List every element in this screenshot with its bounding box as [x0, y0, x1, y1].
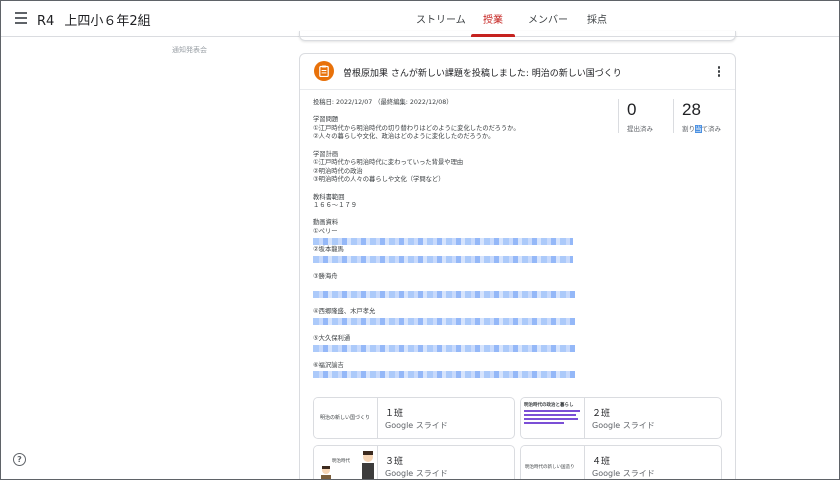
video-item: ④西郷隆盛、木戸孝允	[313, 308, 376, 316]
assigned-label: 割り当て済み	[682, 123, 721, 133]
topic-label: 通知発表会	[172, 46, 207, 54]
description-line: ②人々の暮らしや文化、政治はどのように変化したのだろうか。	[313, 133, 495, 141]
video-link[interactable]	[313, 371, 575, 379]
menu-icon[interactable]	[15, 12, 27, 24]
attachment-slide-1[interactable]: 明治の新しい国づくり １班 Google スライド	[313, 397, 515, 439]
video-link[interactable]	[313, 237, 573, 245]
description-line: 動画資料	[313, 219, 339, 227]
class-code: R4	[37, 14, 55, 29]
assignment-card: 曽根原加果 さんが新しい課題を投稿しました: 明治の新しい国づくり 投稿日: 2…	[299, 53, 736, 479]
slide-thumbnail: 明治時代	[314, 446, 378, 479]
attachment-slide-3[interactable]: 明治時代 ３班 Google スライド	[313, 445, 515, 479]
attachment-title: １班	[385, 409, 404, 419]
tab-classwork[interactable]: 授業	[483, 11, 503, 26]
description-line: ①ペリー	[313, 227, 338, 235]
assignment-icon	[314, 61, 334, 81]
help-icon[interactable]: ?	[13, 453, 26, 466]
tab-stream[interactable]: ストリーム	[416, 11, 466, 26]
slide-thumbnail: 明治の新しい国づくり	[314, 398, 378, 438]
thumb-text: 明治時代の政治と暮らし	[524, 403, 574, 408]
attachment-type: Google スライド	[385, 469, 448, 478]
assigned-label-pre: 割り	[682, 125, 695, 133]
turned-in-label: 提出済み	[627, 125, 653, 133]
description-line: ①江戸時代から明治時代に変わっていった背景や理由	[313, 159, 464, 167]
video-link[interactable]	[313, 291, 575, 299]
attachment-type: Google スライド	[592, 421, 655, 430]
slide-thumbnail: 明治時代の政治と暮らし	[521, 398, 585, 438]
assigned-label-post: て済み	[701, 125, 722, 133]
attachment-slide-4[interactable]: 明治時代の新しい国造り ４班 Google スライド	[520, 445, 722, 479]
slide-thumbnail: 明治時代の新しい国造り	[521, 446, 585, 479]
person-illustration-icon	[362, 451, 374, 479]
turned-in-count[interactable]: 0	[627, 100, 636, 120]
video-item: ②坂本龍馬	[313, 246, 344, 254]
stats-divider	[618, 99, 619, 133]
attachment-title: ３班	[385, 457, 404, 467]
attachment-title: ４班	[592, 457, 611, 467]
description-line: ③明治時代の人々の暮らしや文化（学問など）	[313, 176, 445, 184]
more-vert-icon[interactable]	[717, 66, 721, 78]
class-title[interactable]: R4 上四小６年2組	[37, 10, 151, 29]
description-gap	[313, 211, 613, 220]
assignment-description: 投稿日: 2022/12/07 （最終編集: 2022/12/08） 学習問題 ①…	[313, 99, 613, 380]
description-gap	[313, 185, 613, 194]
description-gap	[313, 142, 613, 151]
card-header[interactable]: 曽根原加果 さんが新しい課題を投稿しました: 明治の新しい国づくり	[300, 54, 735, 90]
attachment-type: Google スライド	[385, 421, 448, 430]
attachment-title: ２班	[592, 409, 611, 419]
description-line: 学習問題	[313, 116, 339, 124]
posted-date: 投稿日: 2022/12/07 （最終編集: 2022/12/08）	[313, 99, 453, 106]
thumb-text: 明治時代	[332, 459, 350, 464]
description-line: 学習計画	[313, 150, 339, 158]
previous-card-edge	[299, 31, 736, 41]
thumb-text: 明治の新しい国づくり	[320, 415, 371, 421]
attachment-slide-2[interactable]: 明治時代の政治と暮らし ２班 Google スライド	[520, 397, 722, 439]
attachment-type: Google スライド	[592, 469, 655, 478]
video-item: ⑥福沢諭吉	[313, 361, 344, 369]
description-line: １６６～１７９	[313, 202, 358, 210]
video-link[interactable]	[313, 317, 575, 325]
video-item: ③勝海舟	[313, 272, 338, 280]
person-illustration-icon	[321, 466, 331, 479]
video-item: ⑤大久保利通	[313, 335, 351, 343]
app-window: R4 上四小６年2組 ストリーム 授業 メンバー 採点 通知発表会 曽根原加果 さ…	[0, 0, 840, 480]
tab-people[interactable]: メンバー	[528, 11, 568, 26]
thumb-text: 明治時代の新しい国造り	[525, 465, 575, 470]
tab-grades[interactable]: 採点	[587, 11, 607, 26]
class-name: 上四小６年2組	[64, 14, 151, 29]
description-line: 教科書範囲	[313, 193, 345, 201]
post-title: 曽根原加果 さんが新しい課題を投稿しました: 明治の新しい国づくり	[343, 69, 622, 79]
video-link[interactable]	[313, 344, 575, 352]
video-link[interactable]	[313, 255, 573, 263]
assigned-count[interactable]: 28	[682, 100, 701, 120]
stats-divider	[673, 99, 674, 133]
